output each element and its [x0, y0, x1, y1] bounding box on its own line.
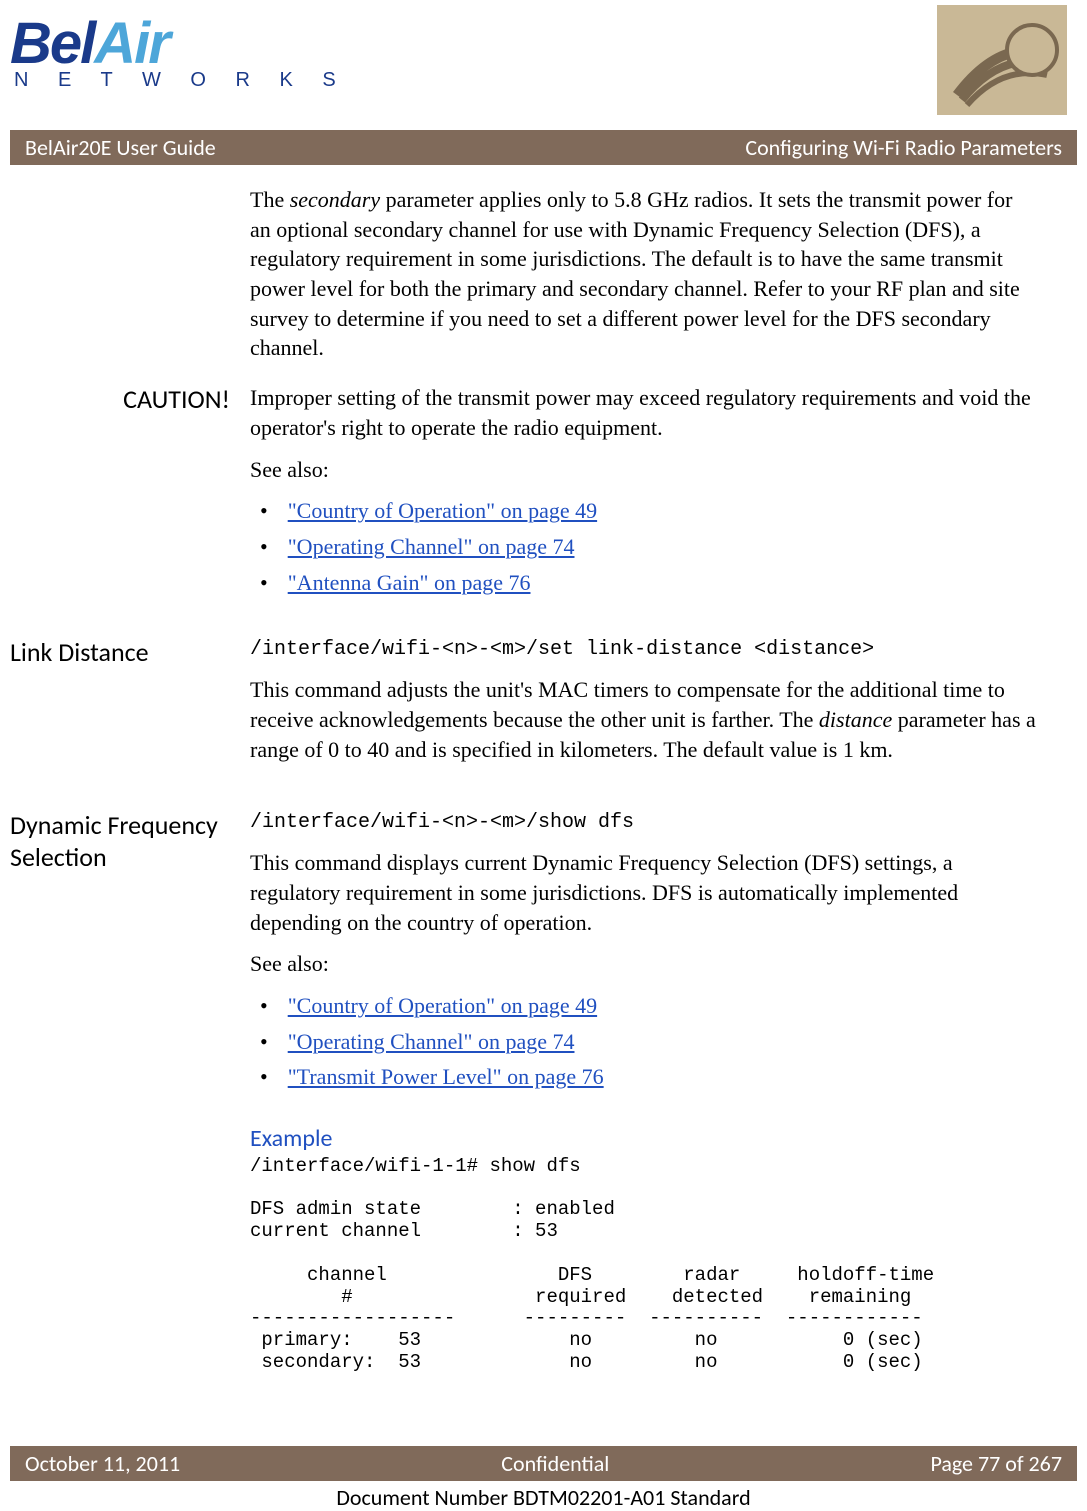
guide-title: BelAir20E User Guide — [25, 134, 216, 161]
section-title: Configuring Wi-Fi Radio Parameters — [745, 134, 1062, 161]
cmd-show-dfs: /interface/wifi-<n>-<m>/show dfs — [250, 809, 1037, 836]
list-item: "Country of Operation" on page 49 — [260, 496, 1037, 526]
see-also-1: See also: — [250, 455, 1037, 485]
link-transmit-power[interactable]: "Transmit Power Level" on page 76 — [288, 1062, 604, 1092]
list-item: "Operating Channel" on page 74 — [260, 532, 1037, 562]
secondary-em: secondary — [290, 187, 380, 212]
see-also-list-1: "Country of Operation" on page 49 "Opera… — [250, 496, 1037, 597]
list-item: "Operating Channel" on page 74 — [260, 1027, 1037, 1057]
heading-dfs: Dynamic Frequency Selection — [10, 809, 250, 1374]
footer-bar: October 11, 2011 Confidential Page 77 of… — [10, 1446, 1077, 1481]
logo-air: Air — [94, 11, 169, 76]
example-output: /interface/wifi-1-1# show dfs DFS admin … — [250, 1156, 1037, 1374]
footer-date: October 11, 2011 — [25, 1450, 180, 1477]
secondary-param-paragraph: The secondary parameter applies only to … — [250, 185, 1037, 363]
document-number: Document Number BDTM02201-A01 Standard — [0, 1484, 1087, 1511]
sidebar-empty — [10, 185, 250, 375]
footer-confidential: Confidential — [501, 1450, 609, 1477]
caution-label: CAUTION! — [10, 383, 250, 603]
networks-label: N E T W O R K S — [14, 69, 348, 92]
see-also-2: See also: — [250, 949, 1037, 979]
list-item: "Country of Operation" on page 49 — [260, 991, 1037, 1021]
example-heading: Example — [250, 1123, 1037, 1155]
link-distance-paragraph: This command adjusts the unit's MAC time… — [250, 675, 1037, 764]
caution-text: Improper setting of the transmit power m… — [250, 383, 1037, 442]
link-country-operation-2[interactable]: "Country of Operation" on page 49 — [288, 991, 597, 1021]
belair-logo: BelAir N E T W O R K S — [10, 10, 348, 92]
logo-bel: Bel — [10, 11, 94, 76]
page-header: BelAir N E T W O R K S — [0, 0, 1087, 130]
footer-page: Page 77 of 267 — [930, 1450, 1062, 1477]
cmd-link-distance: /interface/wifi-<n>-<m>/set link-distanc… — [250, 636, 1037, 663]
link-operating-channel-2[interactable]: "Operating Channel" on page 74 — [288, 1027, 575, 1057]
belair-wordmark: BelAir — [10, 10, 348, 77]
see-also-list-2: "Country of Operation" on page 49 "Opera… — [250, 991, 1037, 1092]
link-operating-channel[interactable]: "Operating Channel" on page 74 — [288, 532, 575, 562]
page-content: The secondary parameter applies only to … — [0, 165, 1087, 1402]
list-item: "Transmit Power Level" on page 76 — [260, 1062, 1037, 1092]
dfs-paragraph: This command displays current Dynamic Fr… — [250, 848, 1037, 937]
title-bar: BelAir20E User Guide Configuring Wi-Fi R… — [10, 130, 1077, 165]
link-antenna-gain[interactable]: "Antenna Gain" on page 76 — [288, 568, 531, 598]
link-country-operation[interactable]: "Country of Operation" on page 49 — [288, 496, 597, 526]
distance-em: distance — [819, 707, 892, 732]
list-item: "Antenna Gain" on page 76 — [260, 568, 1037, 598]
heading-link-distance: Link Distance — [10, 636, 250, 776]
swoosh-icon — [937, 5, 1067, 120]
